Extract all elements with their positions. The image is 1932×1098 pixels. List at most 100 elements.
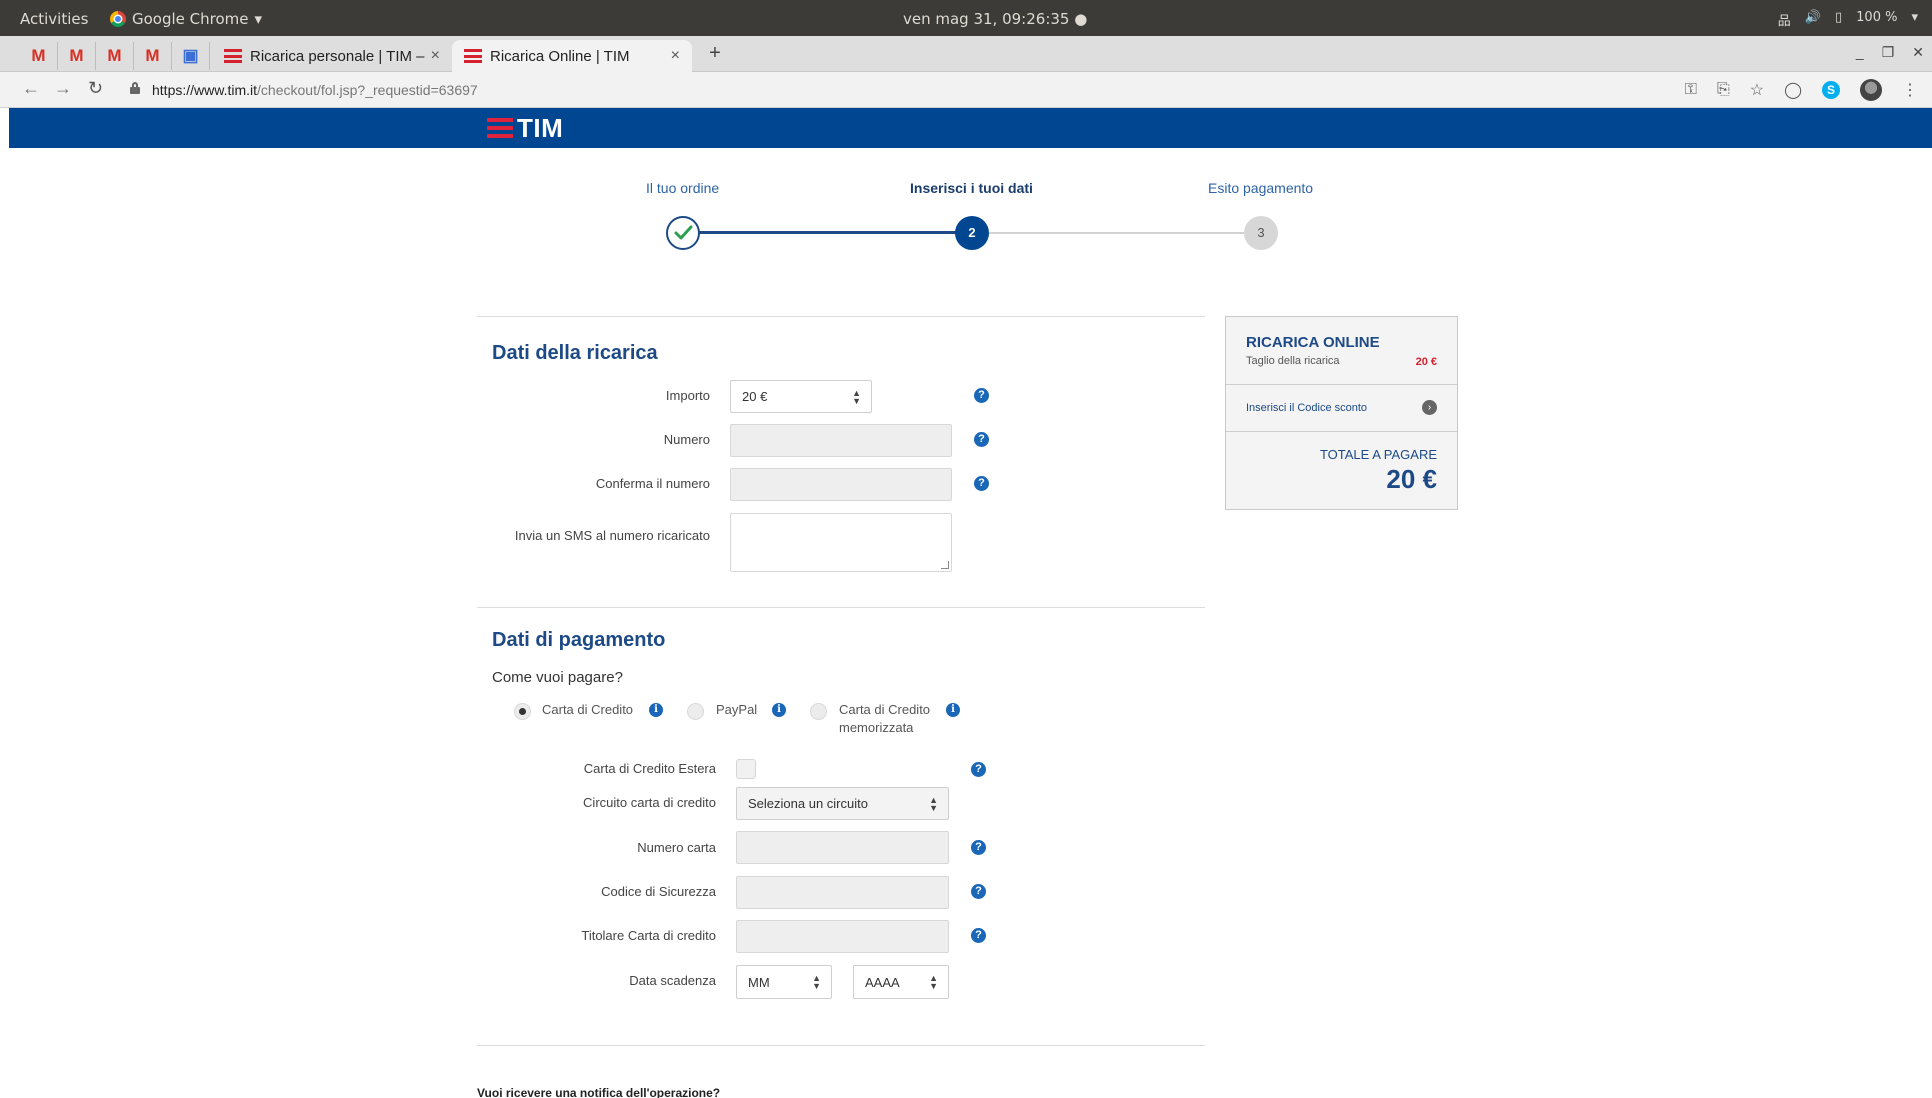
totale-label: TOTALE A PAGARE (1319, 447, 1437, 462)
help-icon[interactable]: ? (974, 388, 989, 403)
tim-logo-mark-icon (487, 118, 513, 138)
url-host: https://www.tim.it (152, 82, 258, 98)
numero-carta-input[interactable] (736, 831, 949, 864)
radio-carta-memorizzata[interactable] (810, 703, 827, 720)
help-icon[interactable]: ? (974, 432, 989, 447)
circuito-select[interactable]: Seleziona un circuito ▲ ▼ (736, 787, 949, 820)
forward-arrow-icon[interactable]: → (54, 78, 72, 99)
step-3-todo-circle: 3 (1244, 216, 1278, 250)
mese-select[interactable]: MM ▲ ▼ (736, 965, 832, 999)
pagamento-section-title: Dati di pagamento (492, 629, 666, 651)
chevron-right-icon[interactable]: › (1422, 400, 1437, 415)
taglio-value: 20 € (1415, 356, 1437, 368)
anno-select[interactable]: AAAA ▲ ▼ (853, 965, 949, 999)
importo-value: 20 € (742, 389, 768, 404)
step-2-current-circle: 2 (955, 216, 989, 250)
close-icon[interactable]: × (431, 47, 440, 65)
resize-grip-icon[interactable] (941, 561, 949, 569)
numero-label: Numero (663, 432, 710, 447)
section-divider (477, 316, 1205, 317)
gmail-tab-icon[interactable]: M (58, 42, 96, 70)
menu-kebab-icon[interactable]: ⋮ (1902, 80, 1918, 100)
help-icon[interactable]: ? (971, 840, 986, 855)
circuito-value: Seleziona un circuito (748, 796, 868, 811)
close-window-icon[interactable]: ✕ (1912, 44, 1924, 61)
sms-label: Invia un SMS al numero ricaricato (514, 528, 710, 543)
section-divider (477, 607, 1205, 608)
importo-label: Importo (665, 388, 710, 403)
maximize-icon[interactable]: ❐ (1882, 44, 1895, 61)
browser-tab-active[interactable]: Ricarica Online | TIM × (452, 40, 692, 72)
chevron-down-icon: ▾ (1911, 10, 1918, 25)
tim-logo-text: TIM (517, 113, 564, 143)
url-bar[interactable]: https://www.tim.it/checkout/fol.jsp?_req… (152, 82, 478, 98)
browser-toolbar: ← → ↻ https://www.tim.it/checkout/fol.js… (0, 72, 1932, 108)
numero-carta-label: Numero carta (637, 840, 716, 855)
info-icon[interactable]: i (772, 703, 786, 717)
step-progress-line (684, 231, 972, 234)
check-icon (674, 225, 693, 240)
help-icon[interactable]: ? (971, 884, 986, 899)
translate-icon[interactable]: ⎘ (1717, 81, 1730, 99)
new-tab-button[interactable]: + (702, 42, 728, 66)
codice-sicurezza-label: Codice di Sicurezza (601, 884, 716, 899)
reload-icon[interactable]: ↻ (88, 78, 103, 99)
help-icon[interactable]: ? (974, 476, 989, 491)
radio-carta-credito[interactable] (514, 703, 531, 720)
extensions-area: ⚿ ⎘ ☆ ◯ S ⋮ (1685, 79, 1918, 101)
browser-tab[interactable]: Ricarica personale | TIM – × (212, 40, 452, 72)
titolare-label: Titolare Carta di credito (581, 928, 716, 943)
numero-input[interactable] (730, 424, 952, 457)
app-menu[interactable]: Google Chrome ▾ (110, 10, 262, 28)
gmail-tab-icon[interactable]: M (20, 42, 58, 70)
app-name: Google Chrome (132, 10, 249, 28)
help-icon[interactable]: ? (971, 762, 986, 777)
minimize-icon[interactable]: _ (1856, 44, 1864, 61)
carta-estera-label: Carta di Credito Estera (583, 761, 716, 776)
taglio-label: Taglio della ricarica (1246, 355, 1340, 367)
codice-sconto-link[interactable]: Inserisci il Codice sconto (1246, 402, 1367, 414)
select-arrows-icon: ▲ ▼ (812, 973, 821, 991)
step-1-done-circle (666, 216, 700, 250)
profile-avatar-icon[interactable] (1860, 79, 1882, 101)
system-tray[interactable]: 品 🔊 ▯ 100 % ▾ (1778, 10, 1918, 29)
tim-favicon-icon (464, 49, 482, 63)
select-arrows-icon: ▲ ▼ (929, 973, 938, 991)
help-icon[interactable]: ? (971, 928, 986, 943)
clock[interactable]: ven mag 31, 09:26:35 ● (903, 10, 1087, 28)
importo-select[interactable]: 20 € ▲ ▼ (730, 380, 872, 413)
codice-sicurezza-input[interactable] (736, 876, 949, 909)
radio-label-line: memorizzata (839, 720, 914, 735)
carta-estera-checkbox[interactable] (736, 759, 756, 779)
conferma-numero-label: Conferma il numero (595, 476, 710, 491)
star-icon[interactable]: ☆ (1750, 80, 1764, 100)
key-icon[interactable]: ⚿ (1685, 81, 1697, 99)
tim-header: TIM (9, 108, 1932, 148)
sms-textarea[interactable] (730, 513, 952, 572)
tab-title: Ricarica Online | TIM (490, 47, 630, 65)
lock-icon[interactable] (130, 82, 140, 94)
close-icon[interactable]: × (671, 47, 680, 65)
tim-favicon-icon (224, 49, 242, 63)
notifica-question: Vuoi ricevere una notifica dell'operazio… (477, 1086, 721, 1098)
data-scadenza-label: Data scadenza (629, 973, 716, 988)
tim-logo[interactable]: TIM (487, 113, 564, 143)
gmail-tab-icon[interactable]: M (134, 42, 172, 70)
titolare-input[interactable] (736, 920, 949, 953)
skype-icon[interactable]: S (1822, 81, 1840, 99)
os-top-bar: Activities Google Chrome ▾ ven mag 31, 0… (0, 0, 1932, 36)
circuito-label: Circuito carta di credito (583, 795, 716, 810)
summary-divider (1226, 431, 1457, 432)
back-arrow-icon[interactable]: ← (22, 78, 40, 99)
opera-extension-icon[interactable]: ◯ (1784, 80, 1802, 100)
info-icon[interactable]: i (946, 703, 960, 717)
info-icon[interactable]: i (649, 703, 663, 717)
gmail-tab-icon[interactable]: M (96, 42, 134, 70)
activities-button[interactable]: Activities (20, 10, 88, 28)
radio-paypal[interactable] (687, 703, 704, 720)
conferma-numero-input[interactable] (730, 468, 952, 501)
radio-label-carta-credito: Carta di Credito (542, 702, 634, 717)
docs-tab-icon[interactable]: ▣ (172, 42, 210, 70)
radio-label-paypal: PayPal (716, 702, 758, 717)
section-divider (477, 1045, 1205, 1046)
